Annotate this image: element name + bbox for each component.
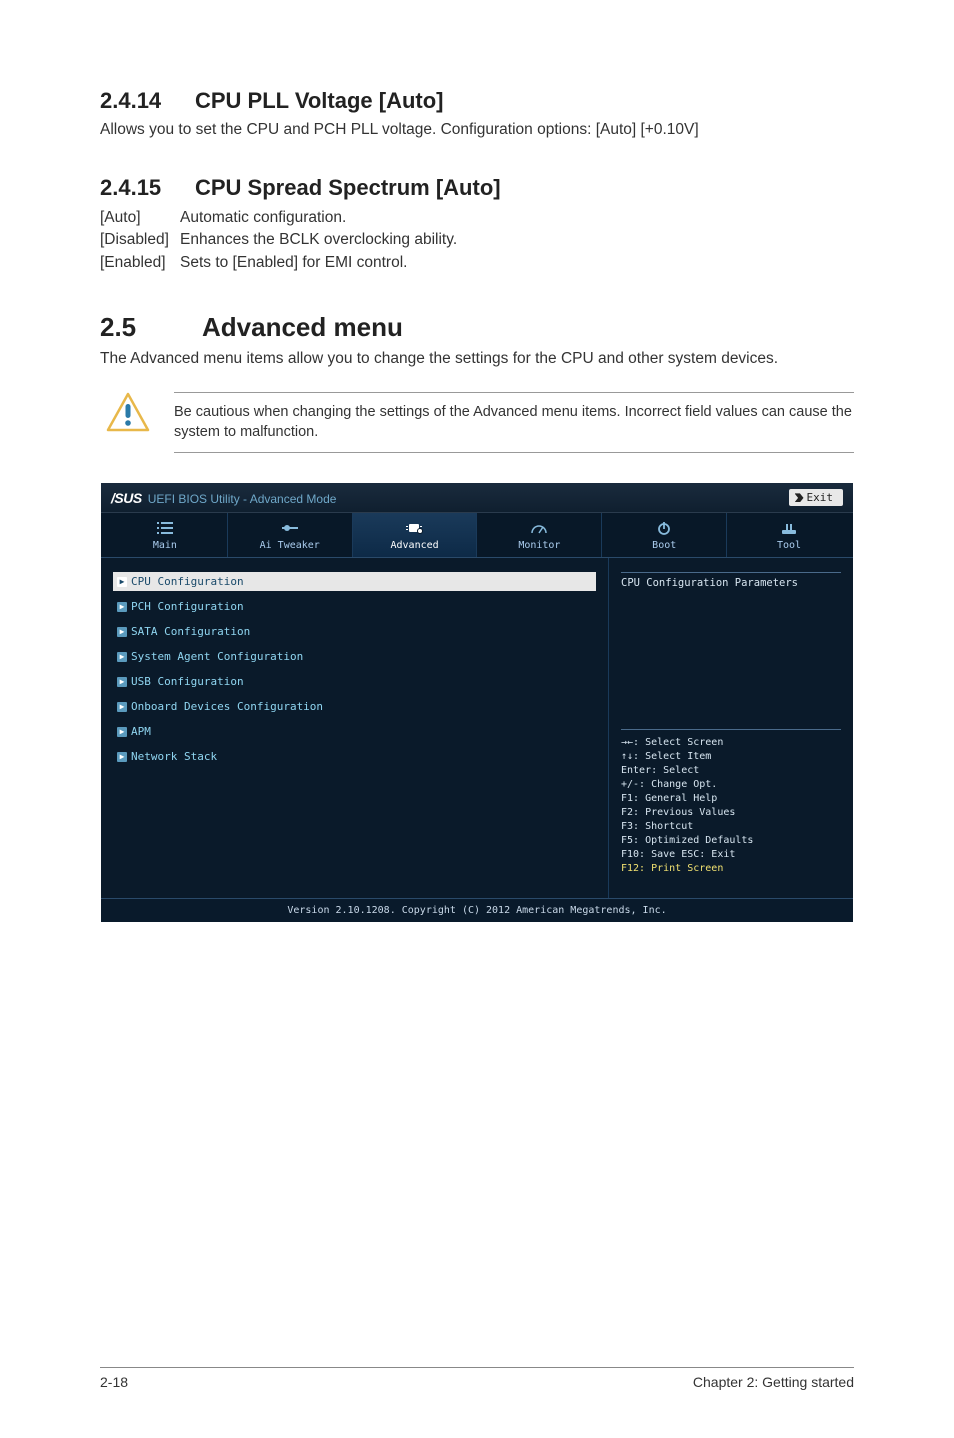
bios-help-panel: CPU Configuration Parameters →←: Select … — [608, 558, 853, 898]
bios-menu-item-system-agent-configuration[interactable]: ▶ System Agent Configuration — [113, 647, 596, 666]
chevron-right-icon: ▶ — [117, 577, 127, 587]
menu-item-label: CPU Configuration — [131, 575, 244, 588]
shortcut-line: F10: Save ESC: Exit — [621, 848, 841, 862]
chevron-right-icon: ▶ — [117, 602, 127, 612]
bios-menu-item-cpu-configuration[interactable]: ▶ CPU Configuration — [113, 572, 596, 591]
menu-item-label: APM — [131, 725, 151, 738]
bios-exit-label: Exit — [807, 491, 834, 504]
shortcut-line: F12: Print Screen — [621, 862, 841, 876]
tab-label: Monitor — [518, 540, 560, 551]
chevron-right-icon: ▶ — [117, 727, 127, 737]
chevron-right-icon: ▶ — [117, 652, 127, 662]
heading-title: Advanced menu — [202, 312, 403, 342]
bios-tab-boot[interactable]: Boot — [602, 513, 727, 557]
gauge-icon — [477, 521, 601, 537]
option-val: Sets to [Enabled] for EMI control. — [180, 252, 854, 274]
bios-menu-item-sata-configuration[interactable]: ▶ SATA Configuration — [113, 622, 596, 641]
menu-item-label: Onboard Devices Configuration — [131, 700, 323, 713]
option-key: [Enabled] — [100, 252, 180, 274]
heading-num: 2.4.14 — [100, 88, 195, 114]
bios-menu-list: ▶ CPU Configuration ▶ PCH Configuration … — [101, 558, 608, 898]
bios-menu-item-apm[interactable]: ▶ APM — [113, 722, 596, 741]
menu-item-label: USB Configuration — [131, 675, 244, 688]
bios-tabs: Main Ai Tweaker Advanced Monitor — [101, 513, 853, 558]
chip-icon — [353, 521, 477, 537]
bios-titlebar: /SUS UEFI BIOS Utility - Advanced Mode E… — [101, 483, 853, 513]
slider-icon — [228, 521, 352, 537]
heading-2-5: 2.5Advanced menu — [100, 312, 854, 343]
shortcut-line: F5: Optimized Defaults — [621, 834, 841, 848]
option-val: Automatic configuration. — [180, 207, 854, 229]
heading-2-4-14: 2.4.14CPU PLL Voltage [Auto] — [100, 88, 854, 114]
tool-icon — [727, 521, 851, 537]
option-key: [Disabled] — [100, 229, 180, 251]
menu-item-label: System Agent Configuration — [131, 650, 303, 663]
tab-label: Advanced — [390, 540, 438, 551]
caution-icon — [106, 392, 150, 437]
section-2414-desc: Allows you to set the CPU and PCH PLL vo… — [100, 120, 854, 141]
option-row: [Auto] Automatic configuration. — [100, 207, 854, 229]
menu-item-label: PCH Configuration — [131, 600, 244, 613]
page-footer: 2-18 Chapter 2: Getting started — [100, 1367, 854, 1390]
power-icon — [602, 521, 726, 537]
heading-2-4-15: 2.4.15CPU Spread Spectrum [Auto] — [100, 175, 854, 201]
heading-title: CPU Spread Spectrum [Auto] — [195, 175, 501, 200]
shortcut-line: Enter: Select — [621, 764, 841, 778]
caution-callout: Be cautious when changing the settings o… — [100, 392, 854, 453]
asus-logo: /SUS — [111, 490, 142, 506]
bios-menu-item-usb-configuration[interactable]: ▶ USB Configuration — [113, 672, 596, 691]
bios-footer: Version 2.10.1208. Copyright (C) 2012 Am… — [101, 898, 853, 922]
section-25-desc: The Advanced menu items allow you to cha… — [100, 349, 854, 370]
bios-exit-button[interactable]: Exit — [789, 489, 844, 506]
option-row: [Disabled] Enhances the BCLK overclockin… — [100, 229, 854, 251]
bios-help-title: CPU Configuration Parameters — [621, 572, 841, 589]
shortcut-line: F1: General Help — [621, 792, 841, 806]
tab-label: Ai Tweaker — [260, 540, 320, 551]
tab-label: Main — [153, 540, 177, 551]
chevron-right-icon: ▶ — [117, 677, 127, 687]
page-number: 2-18 — [100, 1374, 128, 1390]
list-icon — [103, 521, 227, 537]
bios-menu-item-network-stack[interactable]: ▶ Network Stack — [113, 747, 596, 766]
shortcut-line: →←: Select Screen — [621, 736, 841, 750]
bios-menu-item-pch-configuration[interactable]: ▶ PCH Configuration — [113, 597, 596, 616]
heading-num: 2.4.15 — [100, 175, 195, 201]
bios-menu-item-onboard-devices-configuration[interactable]: ▶ Onboard Devices Configuration — [113, 697, 596, 716]
shortcut-line: ↑↓: Select Item — [621, 750, 841, 764]
chevron-right-icon: ▶ — [117, 752, 127, 762]
caution-text: Be cautious when changing the settings o… — [174, 392, 854, 453]
heading-title: CPU PLL Voltage [Auto] — [195, 88, 444, 113]
option-row: [Enabled] Sets to [Enabled] for EMI cont… — [100, 252, 854, 274]
heading-num: 2.5 — [100, 312, 202, 343]
bios-title: /SUS UEFI BIOS Utility - Advanced Mode — [111, 490, 336, 506]
menu-item-label: Network Stack — [131, 750, 217, 763]
bios-tab-advanced[interactable]: Advanced — [353, 513, 478, 557]
option-key: [Auto] — [100, 207, 180, 229]
bios-tab-ai-tweaker[interactable]: Ai Tweaker — [228, 513, 353, 557]
bios-tab-main[interactable]: Main — [103, 513, 228, 557]
option-val: Enhances the BCLK overclocking ability. — [180, 229, 854, 251]
menu-item-label: SATA Configuration — [131, 625, 250, 638]
bios-subtitle: UEFI BIOS Utility - Advanced Mode — [148, 492, 337, 506]
shortcut-line: F3: Shortcut — [621, 820, 841, 834]
tab-label: Boot — [652, 540, 676, 551]
chapter-title: Chapter 2: Getting started — [693, 1374, 854, 1390]
tab-label: Tool — [777, 540, 801, 551]
bios-tab-tool[interactable]: Tool — [727, 513, 851, 557]
bios-tab-monitor[interactable]: Monitor — [477, 513, 602, 557]
bios-body: ▶ CPU Configuration ▶ PCH Configuration … — [101, 558, 853, 898]
shortcut-line: F2: Previous Values — [621, 806, 841, 820]
bios-screenshot: /SUS UEFI BIOS Utility - Advanced Mode E… — [101, 483, 853, 922]
bios-shortcuts: →←: Select Screen ↑↓: Select Item Enter:… — [621, 729, 841, 876]
chevron-right-icon: ▶ — [117, 702, 127, 712]
shortcut-line: +/-: Change Opt. — [621, 778, 841, 792]
chevron-right-icon: ▶ — [117, 627, 127, 637]
